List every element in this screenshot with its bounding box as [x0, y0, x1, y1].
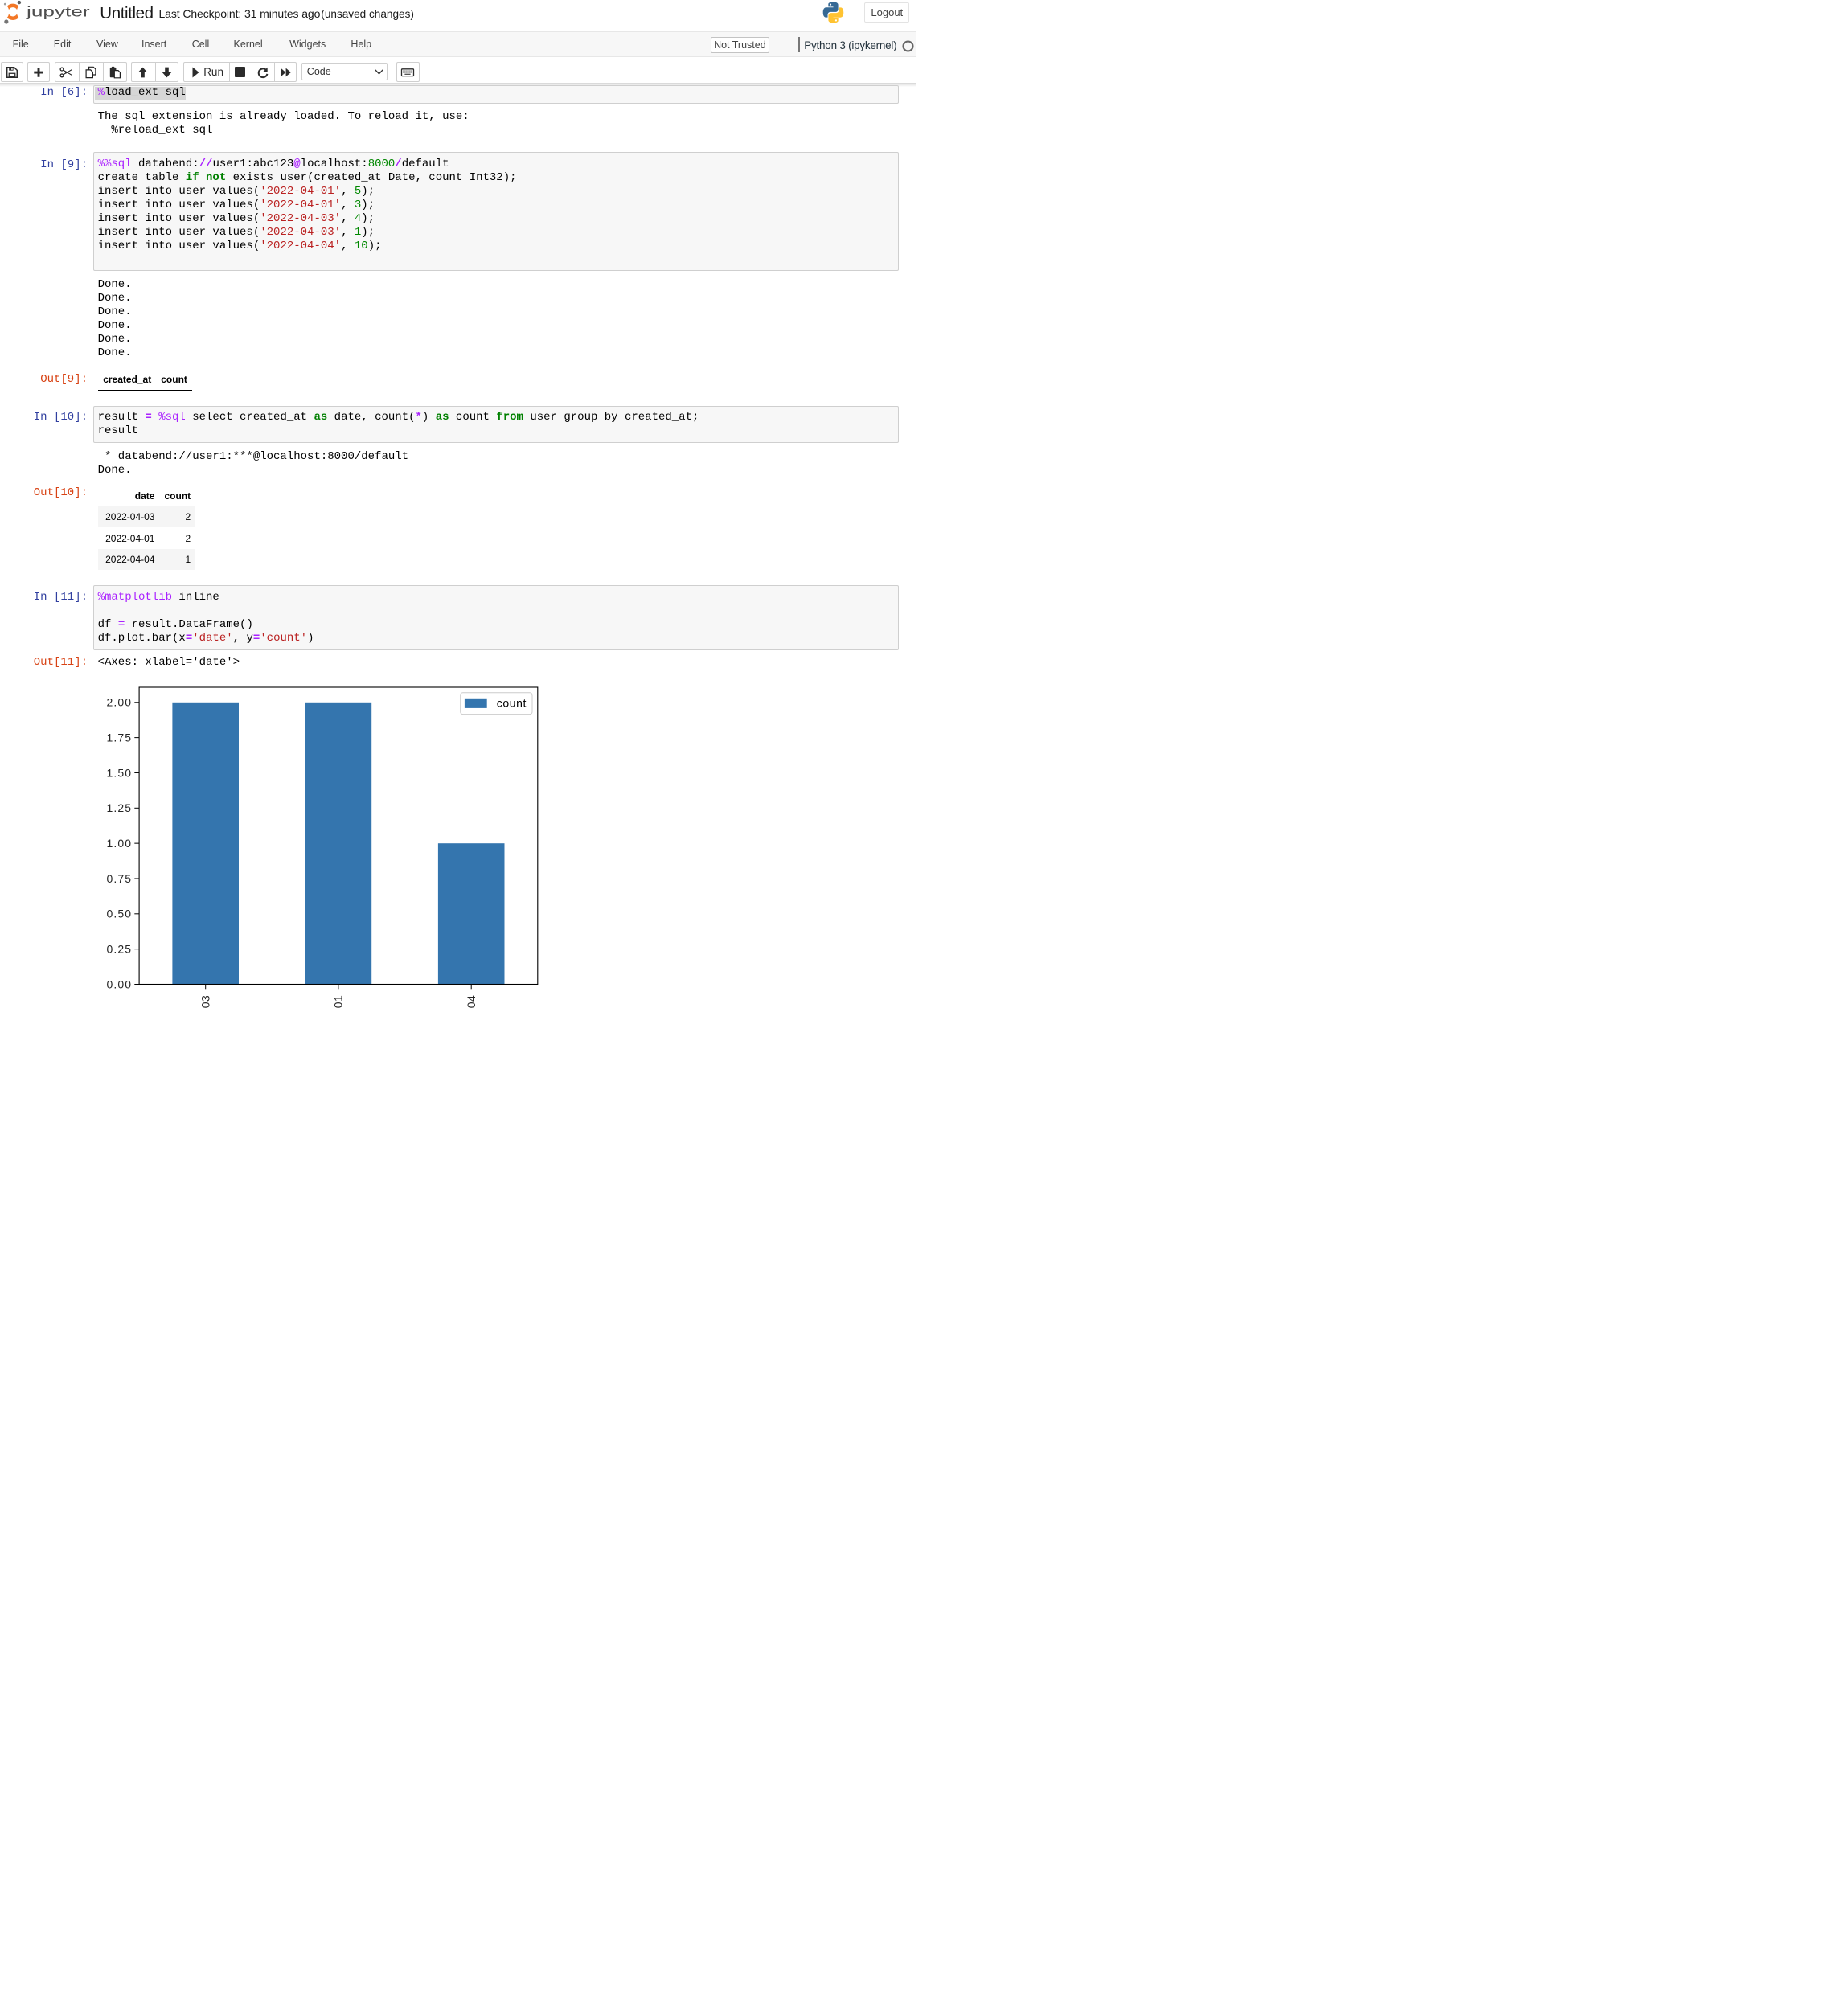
svg-text:0.50: 0.50: [107, 908, 133, 920]
svg-text:04: 04: [465, 995, 478, 1008]
svg-text:1.50: 1.50: [107, 766, 133, 779]
svg-text:count: count: [497, 697, 527, 710]
svg-text:1.75: 1.75: [107, 731, 133, 744]
svg-text:0.25: 0.25: [107, 942, 133, 955]
svg-text:0.00: 0.00: [107, 977, 133, 990]
svg-text:03: 03: [199, 995, 212, 1008]
svg-text:1.25: 1.25: [107, 801, 133, 814]
svg-text:01: 01: [332, 995, 345, 1008]
svg-text:0.75: 0.75: [107, 872, 133, 885]
svg-text:1.00: 1.00: [107, 837, 133, 850]
svg-text:2.00: 2.00: [107, 696, 133, 709]
